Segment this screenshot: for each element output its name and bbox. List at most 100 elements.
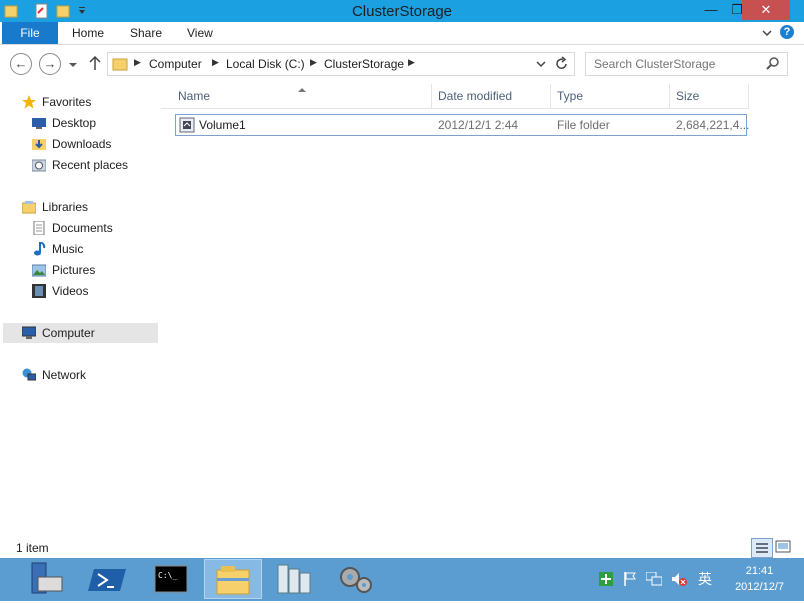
- nav-item-label: Documents: [52, 221, 113, 235]
- nav-computer-label: Computer: [42, 326, 95, 340]
- server-manager-icon: [31, 562, 63, 594]
- column-header-row: Name Date modified Type Size: [161, 84, 749, 109]
- nav-item-pictures[interactable]: Pictures: [0, 260, 140, 280]
- breadcrumb-separator-icon[interactable]: ▶: [408, 57, 415, 68]
- recent-locations-dropdown-icon[interactable]: [68, 59, 78, 73]
- command-prompt-icon: C:\_: [154, 565, 188, 593]
- nav-item-label: Music: [52, 242, 84, 256]
- mount-point-folder-icon: [179, 117, 195, 136]
- desktop-icon: [32, 118, 46, 129]
- nav-network-label: Network: [42, 368, 87, 382]
- nav-libraries[interactable]: Libraries: [0, 197, 140, 217]
- music-icon: [34, 242, 46, 256]
- large-icons-view-icon: [775, 540, 791, 553]
- nav-network[interactable]: Network: [0, 365, 140, 385]
- address-bar[interactable]: ▶ Computer ▶ Local Disk (C:) ▶ ClusterSt…: [107, 52, 575, 76]
- downloads-icon: [32, 139, 46, 150]
- folder-icon: [112, 56, 128, 75]
- expand-ribbon-icon[interactable]: [762, 26, 772, 43]
- window-title: ClusterStorage: [351, 3, 453, 20]
- nav-item-recent-places[interactable]: Recent places: [0, 155, 140, 175]
- close-button[interactable]: ✕: [742, 0, 790, 20]
- svg-text:C:\_: C:\_: [158, 571, 177, 580]
- file-explorer-icon: [216, 566, 250, 595]
- nav-favorites[interactable]: Favorites: [0, 92, 140, 112]
- nav-item-label: Desktop: [52, 116, 97, 130]
- nav-item-desktop[interactable]: Desktop: [0, 113, 140, 133]
- title-bar: ClusterStorage — ❐ ✕: [0, 0, 804, 22]
- minimize-button[interactable]: —: [698, 0, 724, 20]
- taskbar-server-manager-button[interactable]: [18, 559, 74, 599]
- search-box[interactable]: [585, 52, 788, 76]
- refresh-icon[interactable]: [555, 56, 569, 75]
- tray-network-icon[interactable]: [645, 571, 663, 586]
- cluster-manager-icon: [277, 564, 311, 594]
- breadcrumb-separator-icon[interactable]: ▶: [134, 57, 141, 68]
- nav-favorites-label: Favorites: [42, 95, 92, 109]
- tray-security-icon[interactable]: [599, 572, 613, 586]
- search-icon[interactable]: [766, 56, 780, 73]
- tray-ime-indicator[interactable]: 英: [698, 569, 712, 589]
- details-view-button[interactable]: [751, 538, 773, 558]
- ribbon-tabs: File Home Share View ?: [0, 22, 804, 45]
- large-icons-view-button[interactable]: [774, 539, 792, 555]
- breadcrumb-separator-icon[interactable]: ▶: [212, 57, 219, 68]
- tray-action-center-flag-icon[interactable]: [623, 572, 637, 586]
- breadcrumb-computer[interactable]: Computer: [149, 57, 202, 71]
- forward-button[interactable]: →: [39, 53, 61, 75]
- nav-item-label: Recent places: [52, 158, 129, 172]
- documents-icon: [33, 221, 45, 235]
- nav-libraries-label: Libraries: [42, 200, 89, 214]
- taskbar: C:\_ 英 21:41 2012/12/7: [0, 558, 804, 601]
- clock-time: 21:41: [745, 565, 774, 577]
- details-view-icon: [756, 543, 768, 553]
- item-count: 1 item: [16, 541, 49, 555]
- pictures-icon: [32, 264, 46, 277]
- tab-home[interactable]: Home: [72, 22, 104, 44]
- file-name: Volume1: [199, 118, 246, 132]
- nav-item-videos[interactable]: Videos: [0, 281, 140, 301]
- star-icon: [22, 95, 36, 109]
- file-row[interactable]: Volume1 2012/12/1 2:44 File folder 2,684…: [175, 114, 750, 136]
- taskbar-powershell-button[interactable]: [80, 559, 136, 599]
- libraries-icon: [22, 201, 36, 214]
- taskbar-command-prompt-button[interactable]: C:\_: [142, 559, 198, 599]
- nav-item-label: Videos: [52, 284, 89, 298]
- tray-volume-muted-icon[interactable]: [671, 572, 687, 586]
- services-gear-icon: [340, 567, 372, 593]
- powershell-icon: [88, 569, 126, 591]
- address-history-dropdown-icon[interactable]: [535, 58, 547, 73]
- taskbar-file-explorer-button[interactable]: [204, 559, 262, 599]
- nav-item-label: Pictures: [52, 263, 96, 277]
- recent-places-icon: [32, 159, 46, 172]
- nav-item-label: Downloads: [52, 137, 112, 151]
- taskbar-failover-cluster-manager-button[interactable]: [266, 559, 322, 599]
- search-input[interactable]: [592, 55, 764, 73]
- file-type: File folder: [557, 118, 610, 132]
- videos-icon: [32, 284, 46, 298]
- nav-computer[interactable]: Computer: [3, 323, 158, 343]
- network-icon: [22, 368, 36, 381]
- column-header-name[interactable]: Name: [171, 84, 432, 108]
- computer-icon: [22, 326, 36, 339]
- help-icon[interactable]: ?: [780, 25, 794, 39]
- file-size: 2,684,221,4...: [676, 118, 750, 132]
- taskbar-services-button[interactable]: [328, 559, 384, 599]
- up-arrow-icon[interactable]: [88, 55, 102, 74]
- column-header-date-modified[interactable]: Date modified: [432, 84, 551, 108]
- back-button[interactable]: ←: [10, 53, 32, 75]
- breadcrumb-local-disk[interactable]: Local Disk (C:): [226, 57, 305, 71]
- breadcrumb-clusterstorage[interactable]: ClusterStorage: [324, 57, 404, 71]
- tray-clock[interactable]: 21:41 2012/12/7: [735, 563, 784, 595]
- column-header-size[interactable]: Size: [670, 84, 749, 108]
- nav-item-documents[interactable]: Documents: [0, 218, 140, 238]
- tab-share[interactable]: Share: [130, 22, 162, 44]
- breadcrumb-separator-icon[interactable]: ▶: [310, 57, 317, 68]
- nav-item-downloads[interactable]: Downloads: [0, 134, 140, 154]
- column-header-type[interactable]: Type: [551, 84, 670, 108]
- nav-item-music[interactable]: Music: [0, 239, 140, 259]
- tab-file[interactable]: File: [2, 22, 58, 44]
- clock-date: 2012/12/7: [735, 581, 784, 593]
- status-bar: 1 item: [0, 537, 804, 558]
- tab-view[interactable]: View: [187, 22, 213, 44]
